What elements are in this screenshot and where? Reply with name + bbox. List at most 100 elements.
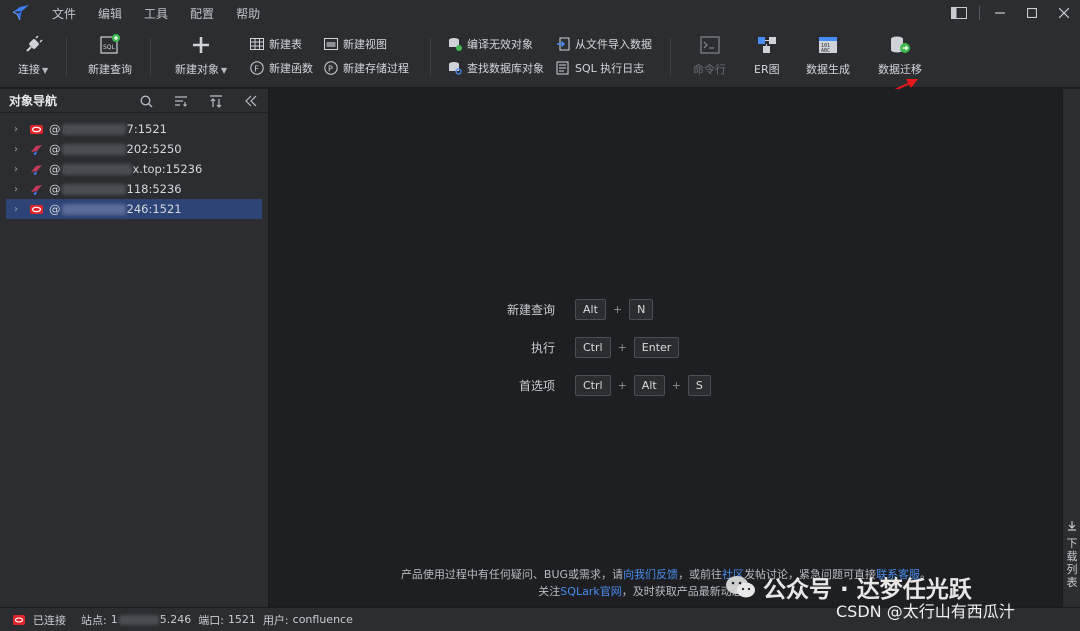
plus-sign: + xyxy=(612,303,623,316)
menu-config[interactable]: 配置 xyxy=(190,5,214,22)
find-db-object-label: 查找数据库对象 xyxy=(467,62,544,75)
database-search-icon xyxy=(448,61,462,75)
connection-tree: › @7:1521 › @202:5250 › @ x.top:15236 › @… xyxy=(0,113,268,219)
key-cap: Ctrl xyxy=(575,375,611,396)
sql-log-label: SQL 执行日志 xyxy=(575,62,645,75)
connection-prefix: @ xyxy=(49,202,61,216)
er-diagram-button[interactable]: ER图 xyxy=(754,34,780,77)
toolbar-divider xyxy=(430,38,431,76)
window-controls xyxy=(943,0,1080,26)
wechat-icon xyxy=(726,576,755,598)
dameng-db-icon xyxy=(31,184,42,195)
menu-tools[interactable]: 工具 xyxy=(144,5,168,22)
sort-icon[interactable] xyxy=(207,92,225,110)
app-logo-icon xyxy=(12,5,29,21)
shortcut-new-query: 新建查询 Alt + N xyxy=(470,299,654,320)
connection-item[interactable]: › @ x.top:15236 xyxy=(6,159,262,179)
menu-bar: 文件 编辑 工具 配置 帮助 xyxy=(0,0,1080,26)
menu-file[interactable]: 文件 xyxy=(52,5,76,22)
svg-text:SQL: SQL xyxy=(103,44,116,51)
shortcut-label: 新建查询 xyxy=(506,303,555,317)
filter-list-icon[interactable] xyxy=(172,92,190,110)
import-icon xyxy=(556,37,570,51)
chevron-right-icon[interactable]: › xyxy=(14,124,24,135)
data-generation-button[interactable]: 101 ABC 数据生成 xyxy=(806,34,850,77)
feedback-link[interactable]: 向我们反馈 xyxy=(623,568,678,581)
view-icon xyxy=(324,37,338,51)
object-navigator: 对象导航 › @7:1521 › @202:5250 › @ x.top:152… xyxy=(0,89,269,607)
plus-sign: + xyxy=(671,379,681,392)
welcome-panel: 新建查询 Alt + N 执行 Ctrl + Enter 首选项 Ctrl + … xyxy=(270,89,1062,607)
connection-address: 118:5236 xyxy=(126,182,182,196)
new-view-button[interactable]: 新建视图 xyxy=(324,35,387,53)
feedback-text: ，或前往 xyxy=(678,568,723,581)
log-icon xyxy=(556,61,570,75)
data-migration-button[interactable]: 数据迁移 xyxy=(878,34,922,77)
connection-prefix: @ xyxy=(49,162,61,176)
redacted-host xyxy=(61,204,126,215)
shortcut-preferences: 首选项 Ctrl + Alt + S xyxy=(470,375,711,396)
redacted-host xyxy=(61,144,126,155)
new-procedure-button[interactable]: P 新建存储过程 xyxy=(324,59,409,77)
shortcut-label: 首选项 xyxy=(518,379,555,393)
menu-edit[interactable]: 编辑 xyxy=(98,5,122,22)
new-procedure-label: 新建存储过程 xyxy=(343,62,409,75)
connection-address: 7:1521 xyxy=(126,122,167,136)
chevron-down-icon: ▼ xyxy=(221,66,228,75)
find-db-object-button[interactable]: 查找数据库对象 xyxy=(448,59,544,77)
plus-sign: + xyxy=(617,341,627,354)
key-cap: N xyxy=(629,299,654,320)
er-diagram-icon xyxy=(756,34,778,56)
layout-toggle-icon[interactable] xyxy=(943,2,975,24)
toolbar-divider xyxy=(670,38,671,76)
connect-label: 连接 xyxy=(18,63,40,76)
connect-button[interactable]: 连接 ▼ xyxy=(18,34,48,77)
new-query-label: 新建查询 xyxy=(88,63,132,76)
shortcut-execute: 执行 Ctrl + Enter xyxy=(470,337,680,358)
port-value: 1521 xyxy=(227,613,256,626)
search-icon[interactable] xyxy=(137,92,155,110)
collapse-panel-icon[interactable] xyxy=(242,92,260,110)
import-from-file-label: 从文件导入数据 xyxy=(575,38,652,51)
new-function-button[interactable]: F 新建函数 xyxy=(250,59,313,77)
csdn-watermark: CSDN @太行山有西瓜汁 xyxy=(836,602,1015,621)
chevron-right-icon[interactable]: › xyxy=(14,184,24,195)
sql-file-icon: SQL xyxy=(99,34,121,56)
official-site-link[interactable]: SQLark官网 xyxy=(560,585,621,598)
site-suffix: 5.246 xyxy=(159,613,192,626)
key-cap: Ctrl xyxy=(575,337,611,358)
connection-item-selected[interactable]: › @246:1521 xyxy=(6,199,262,219)
download-icon xyxy=(1068,521,1076,531)
connection-item[interactable]: › @118:5236 xyxy=(6,179,262,199)
sql-log-button[interactable]: SQL 执行日志 xyxy=(556,59,644,77)
key-cap: Alt xyxy=(633,375,665,396)
chevron-right-icon[interactable]: › xyxy=(14,204,24,215)
window-controls-divider xyxy=(979,6,980,20)
new-query-button[interactable]: SQL 新建查询 xyxy=(88,34,132,77)
connection-address: 202:5250 xyxy=(126,142,182,156)
compile-invalid-button[interactable]: 编译无效对象 xyxy=(448,35,533,53)
minimize-icon[interactable] xyxy=(984,2,1016,24)
key-cap: Enter xyxy=(633,337,680,358)
import-from-file-button[interactable]: 从文件导入数据 xyxy=(556,35,652,53)
new-object-button[interactable]: 新建对象 ▼ xyxy=(175,34,227,77)
command-line-label: 命令行 xyxy=(693,63,726,76)
new-object-label: 新建对象 xyxy=(175,63,219,76)
connection-address: 246:1521 xyxy=(126,202,182,216)
download-list-tab[interactable]: 下载列表 xyxy=(1066,537,1078,589)
chevron-right-icon[interactable]: › xyxy=(14,144,24,155)
menu-help[interactable]: 帮助 xyxy=(236,5,260,22)
table-icon xyxy=(250,37,264,51)
feedback-text: 产品使用过程中有任何疑问、BUG或需求，请 xyxy=(400,568,624,581)
maximize-icon[interactable] xyxy=(1016,2,1048,24)
redacted-host xyxy=(118,614,159,625)
connection-item[interactable]: › @202:5250 xyxy=(6,139,262,159)
dameng-db-icon xyxy=(31,144,42,155)
connection-item[interactable]: › @7:1521 xyxy=(6,119,262,139)
chevron-right-icon[interactable]: › xyxy=(14,164,24,175)
command-line-button[interactable]: 命令行 xyxy=(693,34,726,77)
compile-invalid-label: 编译无效对象 xyxy=(467,38,533,51)
new-table-button[interactable]: 新建表 xyxy=(250,35,302,53)
close-icon[interactable] xyxy=(1048,2,1080,24)
connection-status: 已连接 xyxy=(33,613,66,627)
